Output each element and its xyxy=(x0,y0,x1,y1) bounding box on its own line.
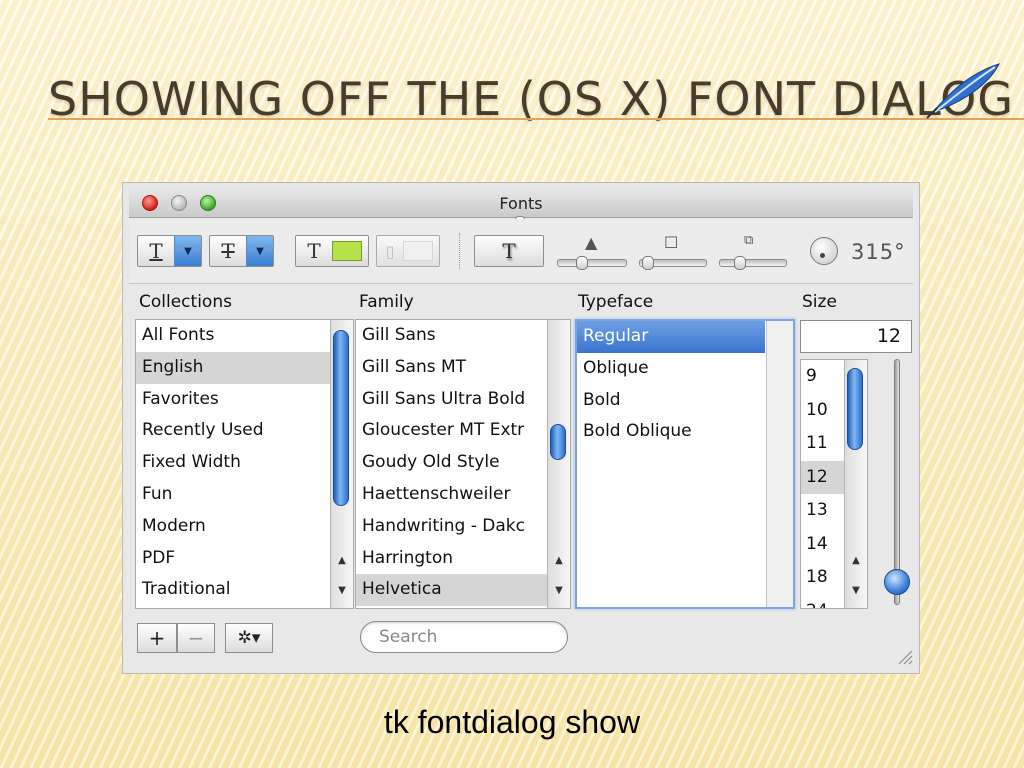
size-scrollbar[interactable]: ▲ ▼ xyxy=(844,360,867,608)
list-item[interactable]: Regular xyxy=(577,321,765,353)
text-color-swatch xyxy=(332,241,362,261)
collections-scrollbar[interactable]: ▲ ▼ xyxy=(330,320,353,608)
document-icon: ▯ xyxy=(385,241,395,261)
text-color-icon: T xyxy=(307,239,321,263)
chevron-down-icon: ▼ xyxy=(246,236,273,266)
text-shadow-icon: T xyxy=(502,239,516,263)
typeface-list[interactable]: Regular Oblique Bold Bold Oblique xyxy=(575,319,795,609)
size-list[interactable]: 9 10 11 12 13 14 18 24 ▲ ▼ xyxy=(800,359,868,609)
list-item[interactable]: Bold Oblique xyxy=(577,416,765,448)
list-item[interactable]: Gill Sans Ultra Bold xyxy=(356,384,570,416)
list-item[interactable]: Modern xyxy=(136,511,353,543)
shadow-angle-dial[interactable] xyxy=(810,237,838,265)
add-collection-button[interactable]: + xyxy=(137,623,177,653)
list-item[interactable]: Fun xyxy=(136,479,353,511)
action-menu-button[interactable]: ✲▾ xyxy=(225,623,273,653)
list-item[interactable]: Traditional xyxy=(136,574,353,606)
shadow-offset-slider[interactable] xyxy=(719,256,787,270)
slider-knob[interactable] xyxy=(734,256,746,270)
family-header: Family xyxy=(359,292,414,312)
list-item[interactable]: Handwriting - Dakc xyxy=(356,511,570,543)
list-item[interactable]: Favorites xyxy=(136,384,353,416)
underline-popup-button[interactable]: T ▼ xyxy=(137,235,202,267)
scroll-thumb[interactable] xyxy=(333,330,349,506)
remove-collection-button[interactable]: − xyxy=(177,623,215,653)
slider-knob[interactable] xyxy=(642,256,654,270)
slide-caption: tk fontdialog show xyxy=(383,704,641,740)
font-effects-toolbar: T ▼ T ▼ T ▯ T ▲ ☐ ⧉ 315° xyxy=(129,219,913,284)
document-color-swatch xyxy=(403,241,433,261)
window-title: Fonts xyxy=(499,194,543,213)
shadow-opacity-slider[interactable] xyxy=(557,256,627,270)
list-item[interactable]: Harrington xyxy=(356,543,570,575)
strikethrough-popup-button[interactable]: T ▼ xyxy=(209,235,274,267)
scroll-down-arrow-icon[interactable]: ▼ xyxy=(548,582,570,600)
scroll-thumb[interactable] xyxy=(847,368,863,450)
scroll-up-arrow-icon[interactable]: ▲ xyxy=(845,552,867,570)
shadow-angle-value: 315° xyxy=(851,240,906,264)
list-item[interactable]: Haettenschweiler xyxy=(356,479,570,511)
shadow-offset-icon: ⧉ xyxy=(744,233,754,248)
collections-list[interactable]: All Fonts English Favorites Recently Use… xyxy=(135,319,354,609)
title-rule xyxy=(48,118,1024,120)
window-titlebar[interactable]: Fonts xyxy=(129,187,913,218)
strikethrough-icon: T xyxy=(221,239,235,263)
chevron-down-icon: ▼ xyxy=(174,236,201,266)
list-item[interactable]: Oblique xyxy=(577,353,765,385)
document-color-button[interactable]: ▯ xyxy=(376,235,440,267)
list-item[interactable]: Gill Sans MT xyxy=(356,352,570,384)
shadow-blur-icon: ☐ xyxy=(664,233,679,252)
font-dialog-window: Fonts T ▼ T ▼ T ▯ T ▲ ☐ ⧉ 315° Collectio… xyxy=(122,182,920,674)
scroll-down-arrow-icon[interactable]: ▼ xyxy=(331,582,353,600)
family-scrollbar[interactable]: ▲ ▼ xyxy=(547,320,570,608)
collections-header: Collections xyxy=(139,292,232,312)
list-item[interactable]: Fixed Width xyxy=(136,447,353,479)
scroll-up-arrow-icon[interactable]: ▲ xyxy=(548,552,570,570)
typeface-header: Typeface xyxy=(578,292,654,312)
search-input[interactable]: Search xyxy=(360,621,568,653)
list-item[interactable]: Goudy Old Style xyxy=(356,447,570,479)
list-item[interactable]: Bold xyxy=(577,385,765,417)
scroll-down-arrow-icon[interactable]: ▼ xyxy=(845,582,867,600)
list-item[interactable]: Gloucester MT Extr xyxy=(356,415,570,447)
list-item[interactable]: PDF xyxy=(136,543,353,575)
size-header: Size xyxy=(802,292,837,312)
list-item[interactable]: English xyxy=(136,351,353,384)
size-slider-knob[interactable] xyxy=(884,569,910,595)
list-item[interactable]: All Fonts xyxy=(136,320,353,352)
size-field[interactable]: 12 xyxy=(800,320,912,353)
list-item[interactable]: Gill Sans xyxy=(356,320,570,352)
scroll-thumb[interactable] xyxy=(550,424,566,460)
family-list[interactable]: Gill Sans Gill Sans MT Gill Sans Ultra B… xyxy=(355,319,571,609)
resize-grip-icon[interactable] xyxy=(897,649,913,665)
shadow-opacity-icon: ▲ xyxy=(585,233,598,252)
typeface-scrollbar[interactable] xyxy=(766,321,793,607)
toolbar-separator xyxy=(459,233,460,269)
text-shadow-button[interactable]: T xyxy=(474,235,544,267)
text-color-button[interactable]: T xyxy=(295,235,369,267)
quill-icon xyxy=(926,63,1000,119)
slider-knob[interactable] xyxy=(576,256,588,270)
scroll-up-arrow-icon[interactable]: ▲ xyxy=(331,552,353,570)
underline-icon: T xyxy=(149,239,163,263)
list-item[interactable]: Helvetica xyxy=(356,574,570,607)
shadow-blur-slider[interactable] xyxy=(639,256,707,270)
list-item[interactable]: Recently Used xyxy=(136,415,353,447)
